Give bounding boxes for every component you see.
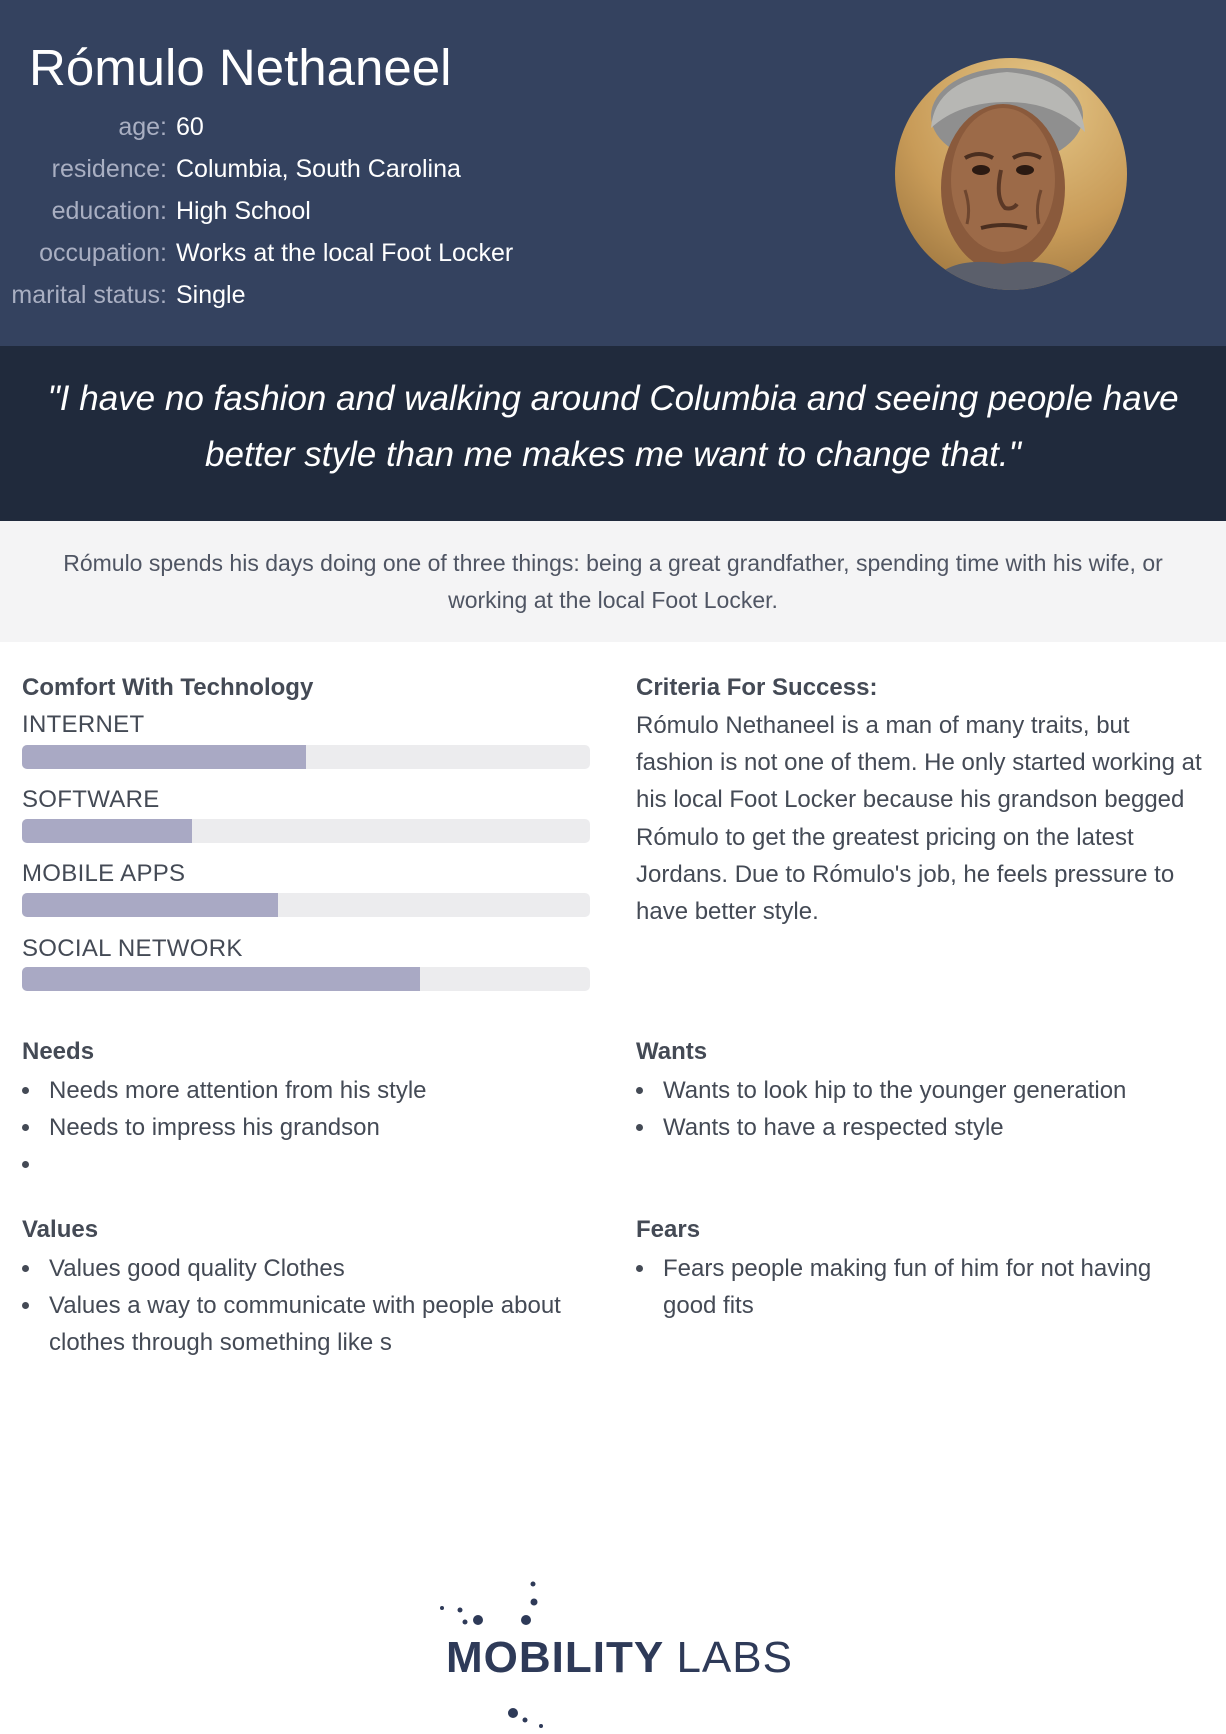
needs-list: Needs more attention from his style Need… bbox=[22, 1072, 592, 1183]
fact-label: marital status: bbox=[11, 281, 167, 309]
list-item: Wants to have a respected style bbox=[636, 1109, 1206, 1146]
fact-value: Single bbox=[176, 281, 246, 309]
fact-value: Works at the local Foot Locker bbox=[176, 239, 514, 267]
tech-bar-social-network bbox=[22, 967, 590, 991]
tech-bar-fill bbox=[22, 819, 193, 843]
fact-occupation: occupation: Works at the local Foot Lock… bbox=[0, 232, 513, 274]
fears-title: Fears bbox=[636, 1216, 701, 1243]
persona-page: Rómulo Nethaneel age: 60 residence: Colu… bbox=[0, 0, 1226, 1734]
fact-marital-status: marital status: Single bbox=[0, 274, 513, 316]
fact-label: residence: bbox=[51, 155, 167, 183]
tech-bar-fill bbox=[22, 745, 306, 769]
criteria-title: Criteria For Success: bbox=[636, 674, 878, 701]
needs-title: Needs bbox=[22, 1038, 95, 1065]
tech-bar-fill bbox=[22, 967, 420, 991]
tech-bar-fill bbox=[22, 893, 278, 917]
wants-title: Wants bbox=[636, 1038, 708, 1065]
persona-quote: "I have no fashion and walking around Co… bbox=[47, 379, 1179, 474]
logo-light-text: LABS bbox=[676, 1633, 793, 1682]
list-item bbox=[22, 1146, 592, 1183]
logo-bold-text: MOBILITY bbox=[446, 1633, 665, 1682]
tech-bar-mobile-apps bbox=[22, 893, 590, 917]
fact-label: occupation: bbox=[39, 239, 167, 267]
persona-summary: Rómulo spends his days doing one of thre… bbox=[63, 550, 1163, 613]
summary-band: Rómulo spends his days doing one of thre… bbox=[0, 521, 1226, 642]
fact-age: age: 60 bbox=[0, 106, 513, 148]
list-item: Needs to impress his grandson bbox=[22, 1109, 592, 1146]
fact-label: age: bbox=[118, 113, 167, 141]
logo-text: MOBILITY LABS bbox=[446, 1633, 793, 1683]
wants-list: Wants to look hip to the younger generat… bbox=[636, 1072, 1206, 1146]
list-item: Wants to look hip to the younger generat… bbox=[636, 1072, 1206, 1109]
fact-value: High School bbox=[176, 197, 311, 225]
fact-residence: residence: Columbia, South Carolina bbox=[0, 148, 513, 190]
list-item: Needs more attention from his style bbox=[22, 1072, 592, 1109]
fact-education: education: High School bbox=[0, 190, 513, 232]
avatar bbox=[895, 58, 1127, 290]
technology-title: Comfort With Technology bbox=[22, 674, 314, 701]
fact-label: education: bbox=[51, 197, 167, 225]
tech-label-software: SOFTWARE bbox=[22, 786, 160, 813]
fears-list: Fears people making fun of him for not h… bbox=[636, 1250, 1176, 1324]
avatar-portrait bbox=[925, 68, 1091, 290]
tech-bar-internet bbox=[22, 745, 590, 769]
list-item: Values a way to communicate with people … bbox=[22, 1287, 592, 1361]
fact-value: 60 bbox=[176, 113, 204, 141]
values-list: Values good quality Clothes Values a way… bbox=[22, 1250, 592, 1361]
tech-bar-software bbox=[22, 819, 590, 843]
persona-name: Rómulo Nethaneel bbox=[29, 39, 452, 96]
fact-value: Columbia, South Carolina bbox=[176, 155, 461, 183]
tech-label-mobile-apps: MOBILE APPS bbox=[22, 860, 186, 887]
persona-header: Rómulo Nethaneel age: 60 residence: Colu… bbox=[0, 0, 1226, 346]
list-item: Fears people making fun of him for not h… bbox=[636, 1250, 1176, 1324]
tech-label-internet: INTERNET bbox=[22, 711, 145, 738]
persona-facts: age: 60 residence: Columbia, South Carol… bbox=[0, 106, 513, 316]
quote-band: "I have no fashion and walking around Co… bbox=[0, 346, 1226, 521]
criteria-text: Rómulo Nethaneel is a man of many traits… bbox=[636, 712, 1202, 926]
values-title: Values bbox=[22, 1216, 99, 1243]
tech-label-social-network: SOCIAL NETWORK bbox=[22, 935, 243, 962]
list-item: Values good quality Clothes bbox=[22, 1250, 592, 1287]
mobility-labs-logo: MOBILITY LABS bbox=[440, 1580, 800, 1730]
